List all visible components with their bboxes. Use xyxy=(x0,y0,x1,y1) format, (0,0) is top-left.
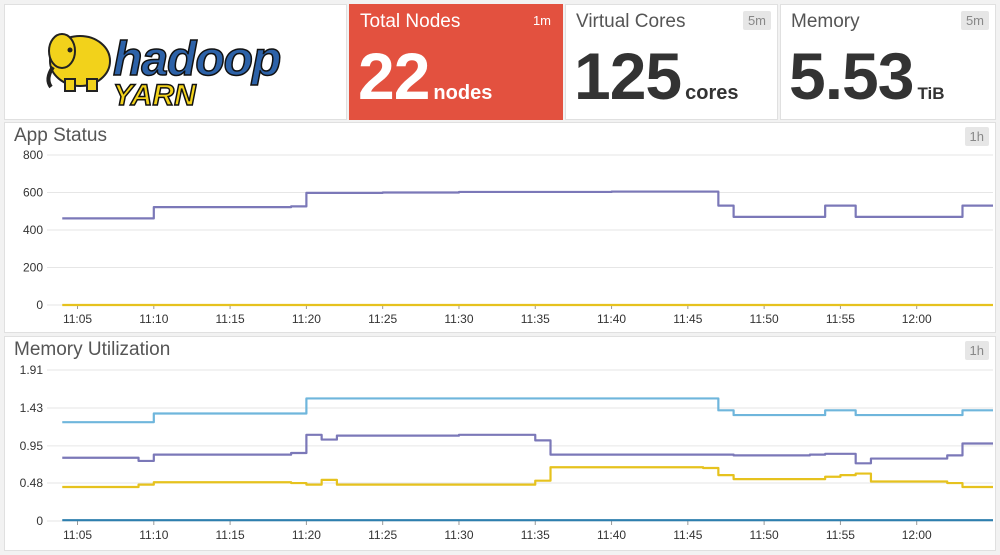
virtual-cores-value-wrap: 125 cores xyxy=(574,38,739,114)
series-line-0 xyxy=(62,190,993,220)
x-tick-label: 11:15 xyxy=(216,528,245,542)
virtual-cores-widget[interactable]: Virtual Cores 5m 125 cores xyxy=(565,4,778,120)
x-tick-label: 11:40 xyxy=(597,312,626,326)
hadoop-yarn-logo: hadoop YARN xyxy=(4,4,347,120)
y-tick-label: 800 xyxy=(23,148,43,162)
x-tick-label: 11:30 xyxy=(444,312,473,326)
virtual-cores-value: 125 xyxy=(574,39,682,113)
y-tick-label: 600 xyxy=(23,186,43,200)
memory-utilization-panel: Memory Utilization 1h 0 0.48 0.95 1.43 1.91 1… xyxy=(4,336,996,551)
y-tick-label: 0.95 xyxy=(20,439,44,453)
virtual-cores-unit: cores xyxy=(685,82,739,104)
x-tick-label: 11:25 xyxy=(368,312,397,326)
y-tick-label: 1.43 xyxy=(20,401,44,415)
x-tick-label: 11:05 xyxy=(63,528,92,542)
x-tick-label: 11:35 xyxy=(521,528,550,542)
x-tick-label: 11:45 xyxy=(673,312,702,326)
x-tick-label: 11:35 xyxy=(521,312,550,326)
y-tick-label: 0.48 xyxy=(20,476,44,490)
x-tick-label: 11:20 xyxy=(292,528,321,542)
series-line-0 xyxy=(62,397,993,424)
y-tick-label: 200 xyxy=(23,261,43,275)
app-status-chart[interactable]: 0 200 400 600 800 11:05 11:10 11:15 11:20 11:25 11… xyxy=(5,123,995,332)
app-status-panel: App Status 1h 0 200 400 600 800 11:05 11:10 11:… xyxy=(4,122,996,333)
total-nodes-value-wrap: 22 nodes xyxy=(358,38,492,114)
y-tick-label: 400 xyxy=(23,223,43,237)
x-tick-label: 11:25 xyxy=(368,528,397,542)
series-line-2 xyxy=(62,466,993,489)
memory-title: Memory xyxy=(791,11,860,32)
x-tick-label: 12:00 xyxy=(902,528,932,542)
virtual-cores-interval-badge[interactable]: 5m xyxy=(742,11,771,30)
x-tick-label: 11:55 xyxy=(826,312,855,326)
x-tick-label: 11:40 xyxy=(597,528,626,542)
series-line-1 xyxy=(62,433,993,465)
elephant-logo-icon: hadoop YARN xyxy=(46,32,282,113)
memory-utilization-chart[interactable]: 0 0.48 0.95 1.43 1.91 11:05 11:10 11:15 11:20 11:… xyxy=(5,337,995,550)
total-nodes-unit: nodes xyxy=(433,82,493,104)
x-tick-label: 11:10 xyxy=(139,528,168,542)
x-tick-label: 11:30 xyxy=(444,528,473,542)
memory-interval-badge[interactable]: 5m xyxy=(960,11,989,30)
total-nodes-widget[interactable]: Total Nodes 1m 22 nodes xyxy=(349,4,563,120)
logo-secondary-text: YARN xyxy=(113,79,197,112)
x-tick-label: 11:15 xyxy=(216,312,245,326)
x-tick-label: 11:45 xyxy=(673,528,702,542)
memory-value-wrap: 5.53 TiB xyxy=(789,38,945,114)
x-tick-label: 11:50 xyxy=(750,312,779,326)
x-tick-label: 11:50 xyxy=(750,528,779,542)
y-tick-label: 0 xyxy=(36,298,43,312)
y-tick-label: 0 xyxy=(36,514,43,528)
y-tick-label: 1.91 xyxy=(20,363,44,377)
x-tick-label: 11:55 xyxy=(826,528,855,542)
x-tick-label: 12:00 xyxy=(902,312,932,326)
total-nodes-value: 22 xyxy=(358,39,430,113)
memory-widget[interactable]: Memory 5m 5.53 TiB xyxy=(780,4,996,120)
x-tick-label: 11:10 xyxy=(139,312,168,326)
total-nodes-interval-badge[interactable]: 1m xyxy=(528,11,556,30)
x-tick-label: 11:20 xyxy=(292,312,321,326)
x-tick-label: 11:05 xyxy=(63,312,92,326)
total-nodes-title: Total Nodes xyxy=(360,11,461,32)
virtual-cores-title: Virtual Cores xyxy=(576,11,686,32)
memory-value: 5.53 xyxy=(789,39,914,113)
memory-unit: TiB xyxy=(917,84,945,103)
